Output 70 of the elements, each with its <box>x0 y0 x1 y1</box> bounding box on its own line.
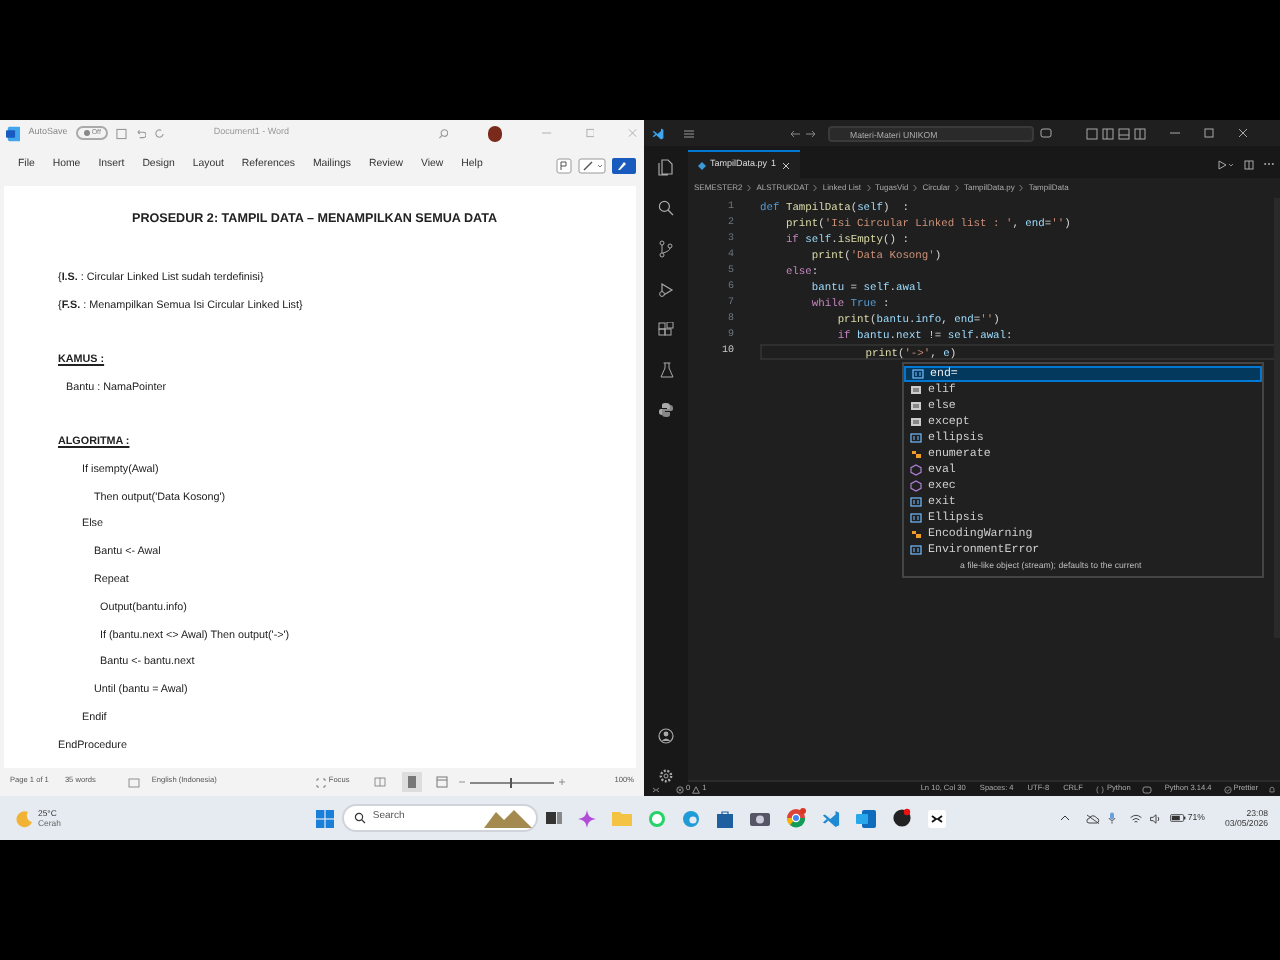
focus-icon <box>316 777 327 787</box>
keyword-icon <box>910 416 922 428</box>
microphone-icon[interactable] <box>1107 812 1116 824</box>
editing-icon[interactable] <box>612 158 636 174</box>
menu-icon[interactable] <box>684 129 694 137</box>
store-bag-icon[interactable] <box>716 809 735 827</box>
variable-icon <box>910 512 922 524</box>
braces-icon <box>1096 785 1105 793</box>
variable-icon <box>910 544 922 556</box>
search-icon <box>354 812 367 824</box>
web-layout-icon[interactable] <box>435 776 448 788</box>
warning-icon <box>692 785 701 793</box>
keyword-icon <box>910 400 922 412</box>
class-icon <box>910 448 922 460</box>
mail-app-icon[interactable] <box>856 809 877 827</box>
error-icon <box>676 785 684 793</box>
undo-icon[interactable] <box>135 127 147 139</box>
back-arrow-icon[interactable] <box>790 129 800 137</box>
avatar[interactable] <box>487 125 503 141</box>
close-icon[interactable] <box>1238 128 1248 138</box>
print-layout-icon[interactable] <box>401 772 422 792</box>
browser-icon[interactable] <box>786 808 807 828</box>
word-logo-icon <box>6 125 21 141</box>
files-icon[interactable] <box>658 158 674 176</box>
variable-icon <box>910 432 922 444</box>
chevron-right-icon <box>812 184 819 192</box>
landscape-drawing <box>484 808 533 828</box>
python-file-icon <box>698 161 706 169</box>
variable-icon <box>910 496 922 508</box>
start-icon[interactable] <box>316 809 335 827</box>
video-editor-icon[interactable] <box>928 809 947 827</box>
speaker-icon[interactable] <box>1149 813 1162 823</box>
extensions-icon[interactable] <box>658 322 674 338</box>
pen-dropdown-icon[interactable] <box>578 158 606 174</box>
wifi-icon[interactable] <box>1129 813 1142 823</box>
chevron-right-icon <box>865 184 872 192</box>
chevron-right-icon <box>1018 184 1025 192</box>
browser-icon[interactable] <box>682 809 701 827</box>
class-icon <box>910 528 922 540</box>
sparkle-app-icon[interactable] <box>578 809 597 827</box>
run-debug-icon[interactable] <box>658 282 674 298</box>
keyword-icon <box>910 384 922 396</box>
maximize-icon[interactable] <box>1204 128 1214 138</box>
flask-icon[interactable] <box>659 362 673 378</box>
chevron-right-icon <box>746 184 753 192</box>
check-circle-icon <box>1223 785 1232 793</box>
save-icon[interactable] <box>116 127 128 139</box>
python-icon[interactable] <box>658 402 674 418</box>
forward-arrow-icon[interactable] <box>806 129 816 137</box>
task-view-icon[interactable] <box>546 810 563 826</box>
cloud-off-icon[interactable] <box>1085 813 1100 823</box>
chevron-right-icon <box>912 184 919 192</box>
moon-icon <box>16 809 34 827</box>
search-icon[interactable] <box>658 200 674 216</box>
close-icon[interactable] <box>782 161 791 169</box>
settings-icon[interactable] <box>658 768 674 784</box>
layout-icon[interactable] <box>1086 127 1146 139</box>
code-editor-icon[interactable] <box>822 809 841 827</box>
source-control-icon[interactable] <box>658 240 674 258</box>
code-editor-logo-icon <box>652 127 664 139</box>
variable-icon <box>912 368 924 380</box>
bell-icon[interactable] <box>1268 785 1276 793</box>
battery-icon <box>1169 814 1186 822</box>
chevron-right-icon <box>953 184 960 192</box>
split-editor-icon[interactable] <box>1244 159 1254 169</box>
minimize-icon[interactable] <box>1170 128 1180 138</box>
account-icon[interactable] <box>658 728 674 744</box>
chevron-up-icon[interactable] <box>1059 814 1070 822</box>
circle-app-icon[interactable] <box>892 808 913 828</box>
camera-icon[interactable] <box>750 810 771 826</box>
